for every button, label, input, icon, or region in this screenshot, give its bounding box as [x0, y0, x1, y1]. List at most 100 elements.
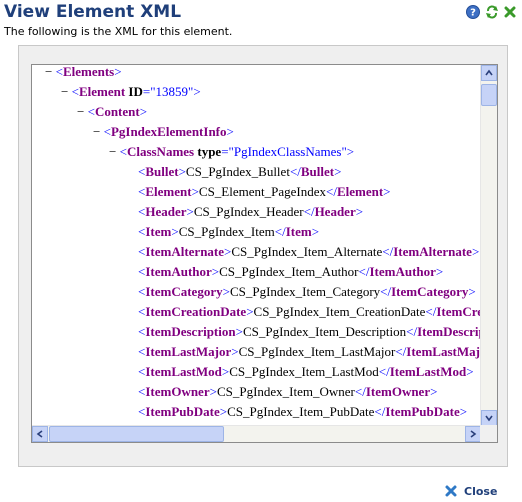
- xml-bracket: >: [178, 164, 186, 179]
- xml-tag-name: ItemLastMajor: [406, 344, 481, 359]
- xml-tag-name: Header: [145, 204, 187, 219]
- xml-bracket: <: [87, 104, 95, 119]
- xml-bracket: <: [119, 144, 127, 159]
- xml-bracket: </: [374, 404, 386, 419]
- xml-tag-name: Bullet: [300, 164, 335, 179]
- collapse-toggle[interactable]: −: [77, 104, 88, 119]
- collapse-toggle[interactable]: −: [61, 84, 72, 99]
- xml-bracket: >: [466, 364, 474, 379]
- scroll-right-button[interactable]: [465, 426, 481, 442]
- xml-attribute-name: ID: [128, 84, 143, 99]
- xml-line: <Element>CS_Element_PageIndex</Element>: [138, 182, 391, 202]
- refresh-icon[interactable]: [485, 4, 499, 19]
- close-icon[interactable]: [503, 4, 517, 18]
- page-title: View Element XML: [4, 2, 182, 22]
- xml-text-value: CS_PgIndex_Item_Category: [229, 284, 381, 299]
- xml-tag-name: ItemPubDate: [385, 404, 460, 419]
- xml-line: − <Element ID="13859">: [61, 82, 201, 102]
- xml-tag-name: ItemAlternate: [145, 244, 225, 259]
- xml-text-value: CS_PgIndex_Bullet: [185, 164, 290, 179]
- xml-text-value: CS_PgIndex_Item_LastMajor: [238, 344, 396, 359]
- chevron-down-icon: [485, 415, 493, 422]
- xml-bracket: >: [471, 244, 480, 259]
- xml-bracket: >: [139, 104, 148, 119]
- xml-tag-name: Element: [78, 84, 126, 99]
- xml-line: − <PgIndexElementInfo>: [93, 122, 234, 142]
- scroll-down-button[interactable]: [481, 410, 497, 426]
- xml-line: <ItemPubDate>CS_PgIndex_Item_PubDate</It…: [138, 402, 467, 422]
- xml-line: <ItemCategory>CS_PgIndex_Item_Category</…: [138, 282, 476, 302]
- xml-tag-name: Header: [314, 204, 356, 219]
- close-icon: [445, 485, 457, 497]
- xml-bracket: >: [231, 344, 239, 359]
- xml-bracket: </: [326, 184, 337, 199]
- xml-bracket: >: [171, 224, 179, 239]
- xml-bracket: </: [289, 164, 301, 179]
- xml-tag-name: ItemOwner: [365, 384, 431, 399]
- vertical-scrollbar[interactable]: [480, 65, 497, 426]
- xml-bracket: <: [55, 65, 63, 79]
- xml-tag-name: Item: [145, 224, 172, 239]
- svg-text:?: ?: [470, 8, 476, 19]
- xml-bracket: >: [222, 284, 230, 299]
- xml-tag-name: Item: [285, 224, 312, 239]
- xml-tag-name: ItemAuthor: [145, 264, 212, 279]
- xml-line: <ItemDescription>CS_PgIndex_Item_Descrip…: [138, 322, 481, 342]
- xml-bracket: >: [226, 124, 234, 139]
- xml-bracket: >: [235, 324, 243, 339]
- xml-bracket: >: [219, 404, 228, 419]
- xml-text-value: CS_PgIndex_Item_CreationDate: [253, 304, 426, 319]
- horizontal-scroll-thumb[interactable]: [49, 426, 224, 442]
- xml-text-value: CS_PgIndex_Item_Author: [219, 264, 359, 279]
- chevron-up-icon: [485, 69, 493, 76]
- xml-equals: =: [221, 144, 229, 159]
- xml-bracket: >: [459, 404, 468, 419]
- scroll-left-button[interactable]: [32, 426, 48, 442]
- xml-attribute-name: type: [197, 144, 222, 159]
- collapse-toggle[interactable]: −: [93, 124, 104, 139]
- xml-bracket: >: [246, 304, 254, 319]
- xml-tag-name: ItemAuthor: [369, 264, 436, 279]
- xml-text-value: CS_PgIndex_Item_LastMod: [229, 364, 379, 379]
- xml-tag-name: ItemAlternate: [393, 244, 472, 259]
- xml-bracket: >: [311, 224, 320, 239]
- xml-bracket: >: [114, 65, 122, 79]
- xml-bracket: </: [406, 324, 418, 339]
- close-button[interactable]: Close: [444, 484, 497, 498]
- xml-tag-name: Elements: [62, 65, 115, 79]
- xml-bracket: >: [346, 144, 355, 159]
- help-icon[interactable]: ?: [466, 4, 480, 19]
- xml-text-value: CS_PgIndex_Item_Description: [242, 324, 407, 339]
- xml-tag-name: ItemCreationDate: [436, 304, 481, 319]
- xml-bracket: >: [430, 384, 438, 399]
- xml-bracket: </: [378, 364, 390, 379]
- xml-tag-name: Content: [94, 104, 140, 119]
- xml-bracket: </: [358, 264, 370, 279]
- xml-bracket: >: [186, 204, 194, 219]
- xml-tag-name: Element: [145, 184, 192, 199]
- xml-line: <ItemLastMod>CS_PgIndex_Item_LastMod</It…: [138, 362, 474, 382]
- xml-line: <ItemAuthor>CS_PgIndex_Item_Author</Item…: [138, 262, 443, 282]
- xml-tag-name: ItemCategory: [145, 284, 223, 299]
- xml-bracket: </: [303, 204, 315, 219]
- xml-bracket: </: [380, 284, 392, 299]
- chevron-left-icon: [36, 430, 43, 438]
- xml-bracket: >: [209, 384, 217, 399]
- collapse-toggle[interactable]: −: [109, 144, 120, 159]
- xml-bracket: >: [334, 164, 342, 179]
- collapse-toggle[interactable]: −: [45, 65, 56, 79]
- xml-line: <Item>CS_PgIndex_Item</Item>: [138, 222, 319, 242]
- xml-attribute-value: "PgIndexClassNames": [228, 144, 347, 159]
- xml-tree-view[interactable]: − <Elements> − <Element ID="13859"> − <Con…: [32, 65, 481, 426]
- xml-bracket: >: [191, 184, 199, 199]
- horizontal-scrollbar[interactable]: [32, 425, 481, 442]
- scroll-up-button[interactable]: [481, 65, 497, 81]
- xml-bracket: <: [103, 124, 111, 139]
- xml-tag-name: ItemDescription: [417, 324, 481, 339]
- vertical-scroll-thumb[interactable]: [481, 84, 497, 106]
- close-label: Close: [464, 484, 498, 498]
- xml-text-value: CS_PgIndex_Item: [178, 224, 275, 239]
- xml-text-value: CS_PgIndex_Item_PubDate: [227, 404, 375, 419]
- xml-line: <ItemAlternate>CS_PgIndex_Item_Alternate…: [138, 242, 479, 262]
- xml-attribute-value: "13859": [150, 84, 194, 99]
